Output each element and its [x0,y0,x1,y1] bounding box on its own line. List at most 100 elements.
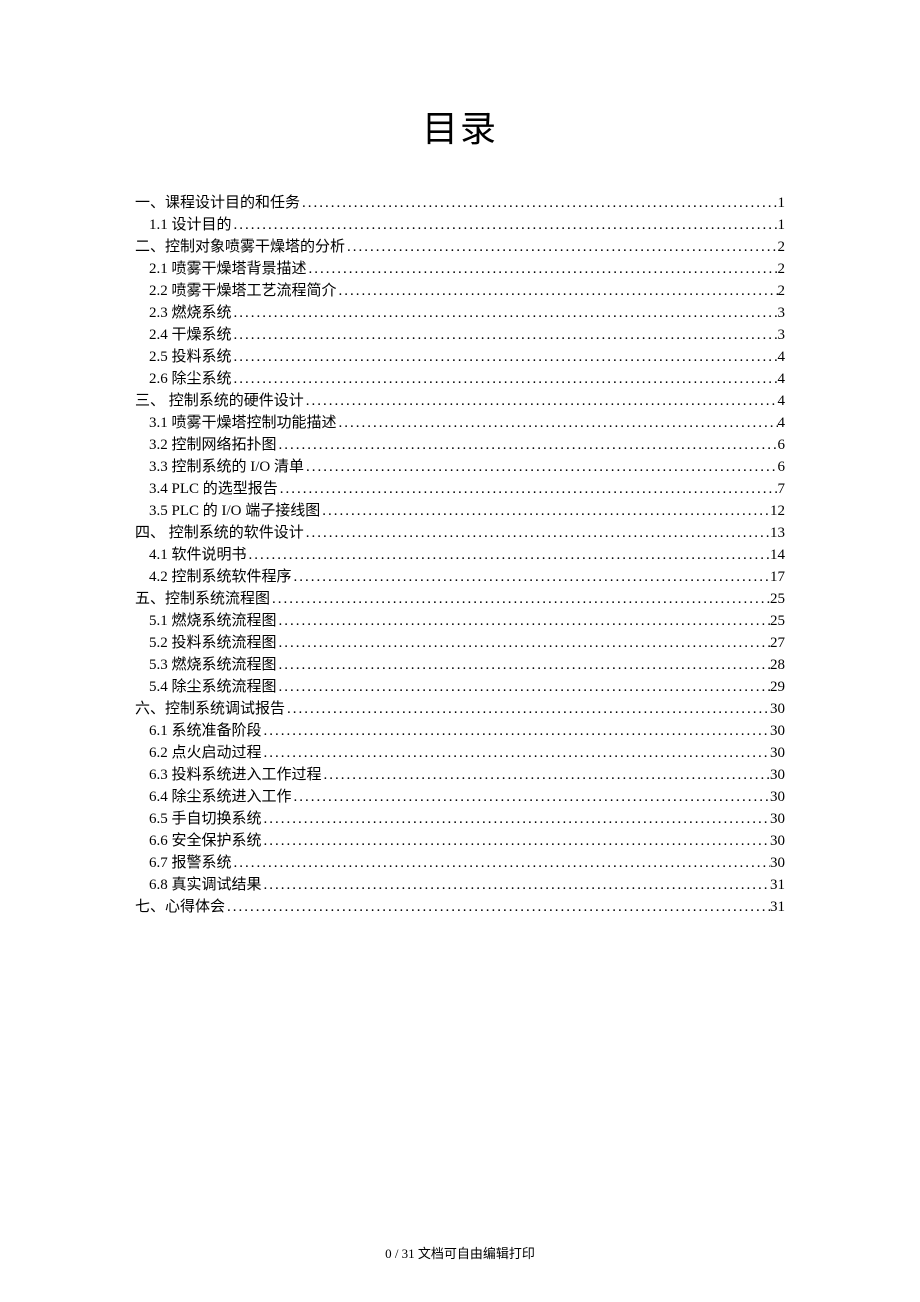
toc-leader-dots [337,280,778,302]
toc-entry: 五、控制系统流程图 25 [135,588,785,610]
toc-entry-label: 2.1 喷雾干燥塔背景描述 [149,258,307,280]
toc-leader-dots [277,632,770,654]
toc-entry: 4.2 控制系统软件程序 17 [135,566,785,588]
toc-entry-label: 五、控制系统流程图 [135,588,270,610]
toc-entry-page: 2 [778,280,786,302]
toc-entry-label: 3.4 PLC 的选型报告 [149,478,278,500]
toc-entry: 6.1 系统准备阶段30 [135,720,785,742]
toc-entry-page: 14 [770,544,785,566]
toc-leader-dots [262,720,770,742]
toc-entry: 6.7 报警系统30 [135,852,785,874]
toc-leader-dots [337,412,778,434]
toc-leader-dots [277,434,778,456]
toc-entry-page: 2 [778,258,786,280]
toc-entry-page: 1 [778,214,786,236]
toc-entry: 3.3 控制系统的 I/O 清单 6 [135,456,785,478]
toc-entry-page: 2 [778,236,786,258]
toc-leader-dots [304,456,778,478]
toc-leader-dots [262,742,770,764]
toc-entry-page: 30 [770,808,785,830]
toc-entry-page: 31 [770,874,785,896]
toc-entry: 5.3 燃烧系统流程图28 [135,654,785,676]
toc-leader-dots [232,302,778,324]
toc-entry-page: 30 [770,786,785,808]
toc-leader-dots [300,192,777,214]
toc-entry: 2.5 投料系统4 [135,346,785,368]
toc-entry-page: 30 [770,698,785,720]
toc-entry-page: 27 [770,632,785,654]
toc-entry-label: 3.2 控制网络拓扑图 [149,434,277,456]
toc-entry-page: 17 [770,566,785,588]
toc-leader-dots [285,698,770,720]
toc-entry-page: 25 [770,588,785,610]
toc-entry: 4.1 软件说明书 14 [135,544,785,566]
toc-entry: 1.1 设计目的1 [135,214,785,236]
toc-entry-page: 4 [778,346,786,368]
toc-entry-label: 四、 控制系统的软件设计 [135,522,304,544]
page-footer: 0 / 31 文档可自由编辑打印 [0,1243,920,1262]
toc-entry: 3.5 PLC 的 I/O 端子接线图12 [135,500,785,522]
toc-entry: 2.4 干燥系统 3 [135,324,785,346]
toc-leader-dots [278,478,778,500]
toc-entry-page: 28 [770,654,785,676]
toc-leader-dots [247,544,770,566]
toc-leader-dots [232,346,778,368]
toc-entry: 3.1 喷雾干燥塔控制功能描述4 [135,412,785,434]
toc-entry-label: 4.2 控制系统软件程序 [149,566,292,588]
toc-entry: 6.3 投料系统进入工作过程30 [135,764,785,786]
toc-entry: 5.2 投料系统流程图 27 [135,632,785,654]
toc-entry: 七、心得体会 31 [135,896,785,918]
toc-entry-label: 3.1 喷雾干燥塔控制功能描述 [149,412,337,434]
toc-entry-label: 2.3 燃烧系统 [149,302,232,324]
toc-leader-dots [232,852,770,874]
toc-leader-dots [345,236,777,258]
toc-entry-page: 29 [770,676,785,698]
toc-list: 一、课程设计目的和任务 11.1 设计目的1二、控制对象喷雾干燥塔的分析22.1 … [135,192,785,918]
toc-leader-dots [232,368,778,390]
toc-title: 目录 [135,100,785,152]
toc-leader-dots [225,896,770,918]
toc-leader-dots [304,390,778,412]
toc-entry-label: 2.4 干燥系统 [149,324,232,346]
toc-leader-dots [307,258,778,280]
toc-leader-dots [277,610,770,632]
toc-entry-page: 31 [770,896,785,918]
toc-entry: 2.2 喷雾干燥塔工艺流程简介2 [135,280,785,302]
toc-entry: 一、课程设计目的和任务 1 [135,192,785,214]
toc-entry: 6.5 手自切换系统 30 [135,808,785,830]
toc-leader-dots [277,654,770,676]
toc-entry-page: 3 [778,302,786,324]
toc-entry-label: 6.5 手自切换系统 [149,808,262,830]
toc-entry-page: 6 [778,434,786,456]
toc-leader-dots [262,830,770,852]
toc-entry-page: 4 [778,368,786,390]
toc-leader-dots [292,566,770,588]
toc-entry-label: 4.1 软件说明书 [149,544,247,566]
toc-leader-dots [232,214,778,236]
toc-entry: 5.4 除尘系统流程图29 [135,676,785,698]
toc-entry: 6.4 除尘系统进入工作30 [135,786,785,808]
toc-entry: 2.3 燃烧系统 3 [135,302,785,324]
toc-entry-page: 30 [770,852,785,874]
toc-entry: 六、控制系统调试报告30 [135,698,785,720]
toc-entry: 5.1 燃烧系统流程图25 [135,610,785,632]
toc-leader-dots [320,500,770,522]
toc-entry-page: 25 [770,610,785,632]
toc-entry: 四、 控制系统的软件设计13 [135,522,785,544]
toc-entry-page: 6 [778,456,786,478]
toc-entry-page: 30 [770,830,785,852]
toc-entry-page: 4 [778,390,786,412]
toc-entry: 二、控制对象喷雾干燥塔的分析2 [135,236,785,258]
toc-entry-label: 一、课程设计目的和任务 [135,192,300,214]
toc-entry-label: 2.6 除尘系统 [149,368,232,390]
toc-entry-page: 3 [778,324,786,346]
toc-entry-label: 3.3 控制系统的 I/O 清单 [149,456,304,478]
toc-entry: 6.6 安全保护系统30 [135,830,785,852]
toc-entry-label: 5.2 投料系统流程图 [149,632,277,654]
toc-entry-page: 1 [778,192,786,214]
toc-leader-dots [304,522,770,544]
toc-entry-label: 七、心得体会 [135,896,225,918]
toc-entry-label: 6.2 点火启动过程 [149,742,262,764]
toc-entry-page: 30 [770,720,785,742]
toc-entry: 6.2 点火启动过程30 [135,742,785,764]
